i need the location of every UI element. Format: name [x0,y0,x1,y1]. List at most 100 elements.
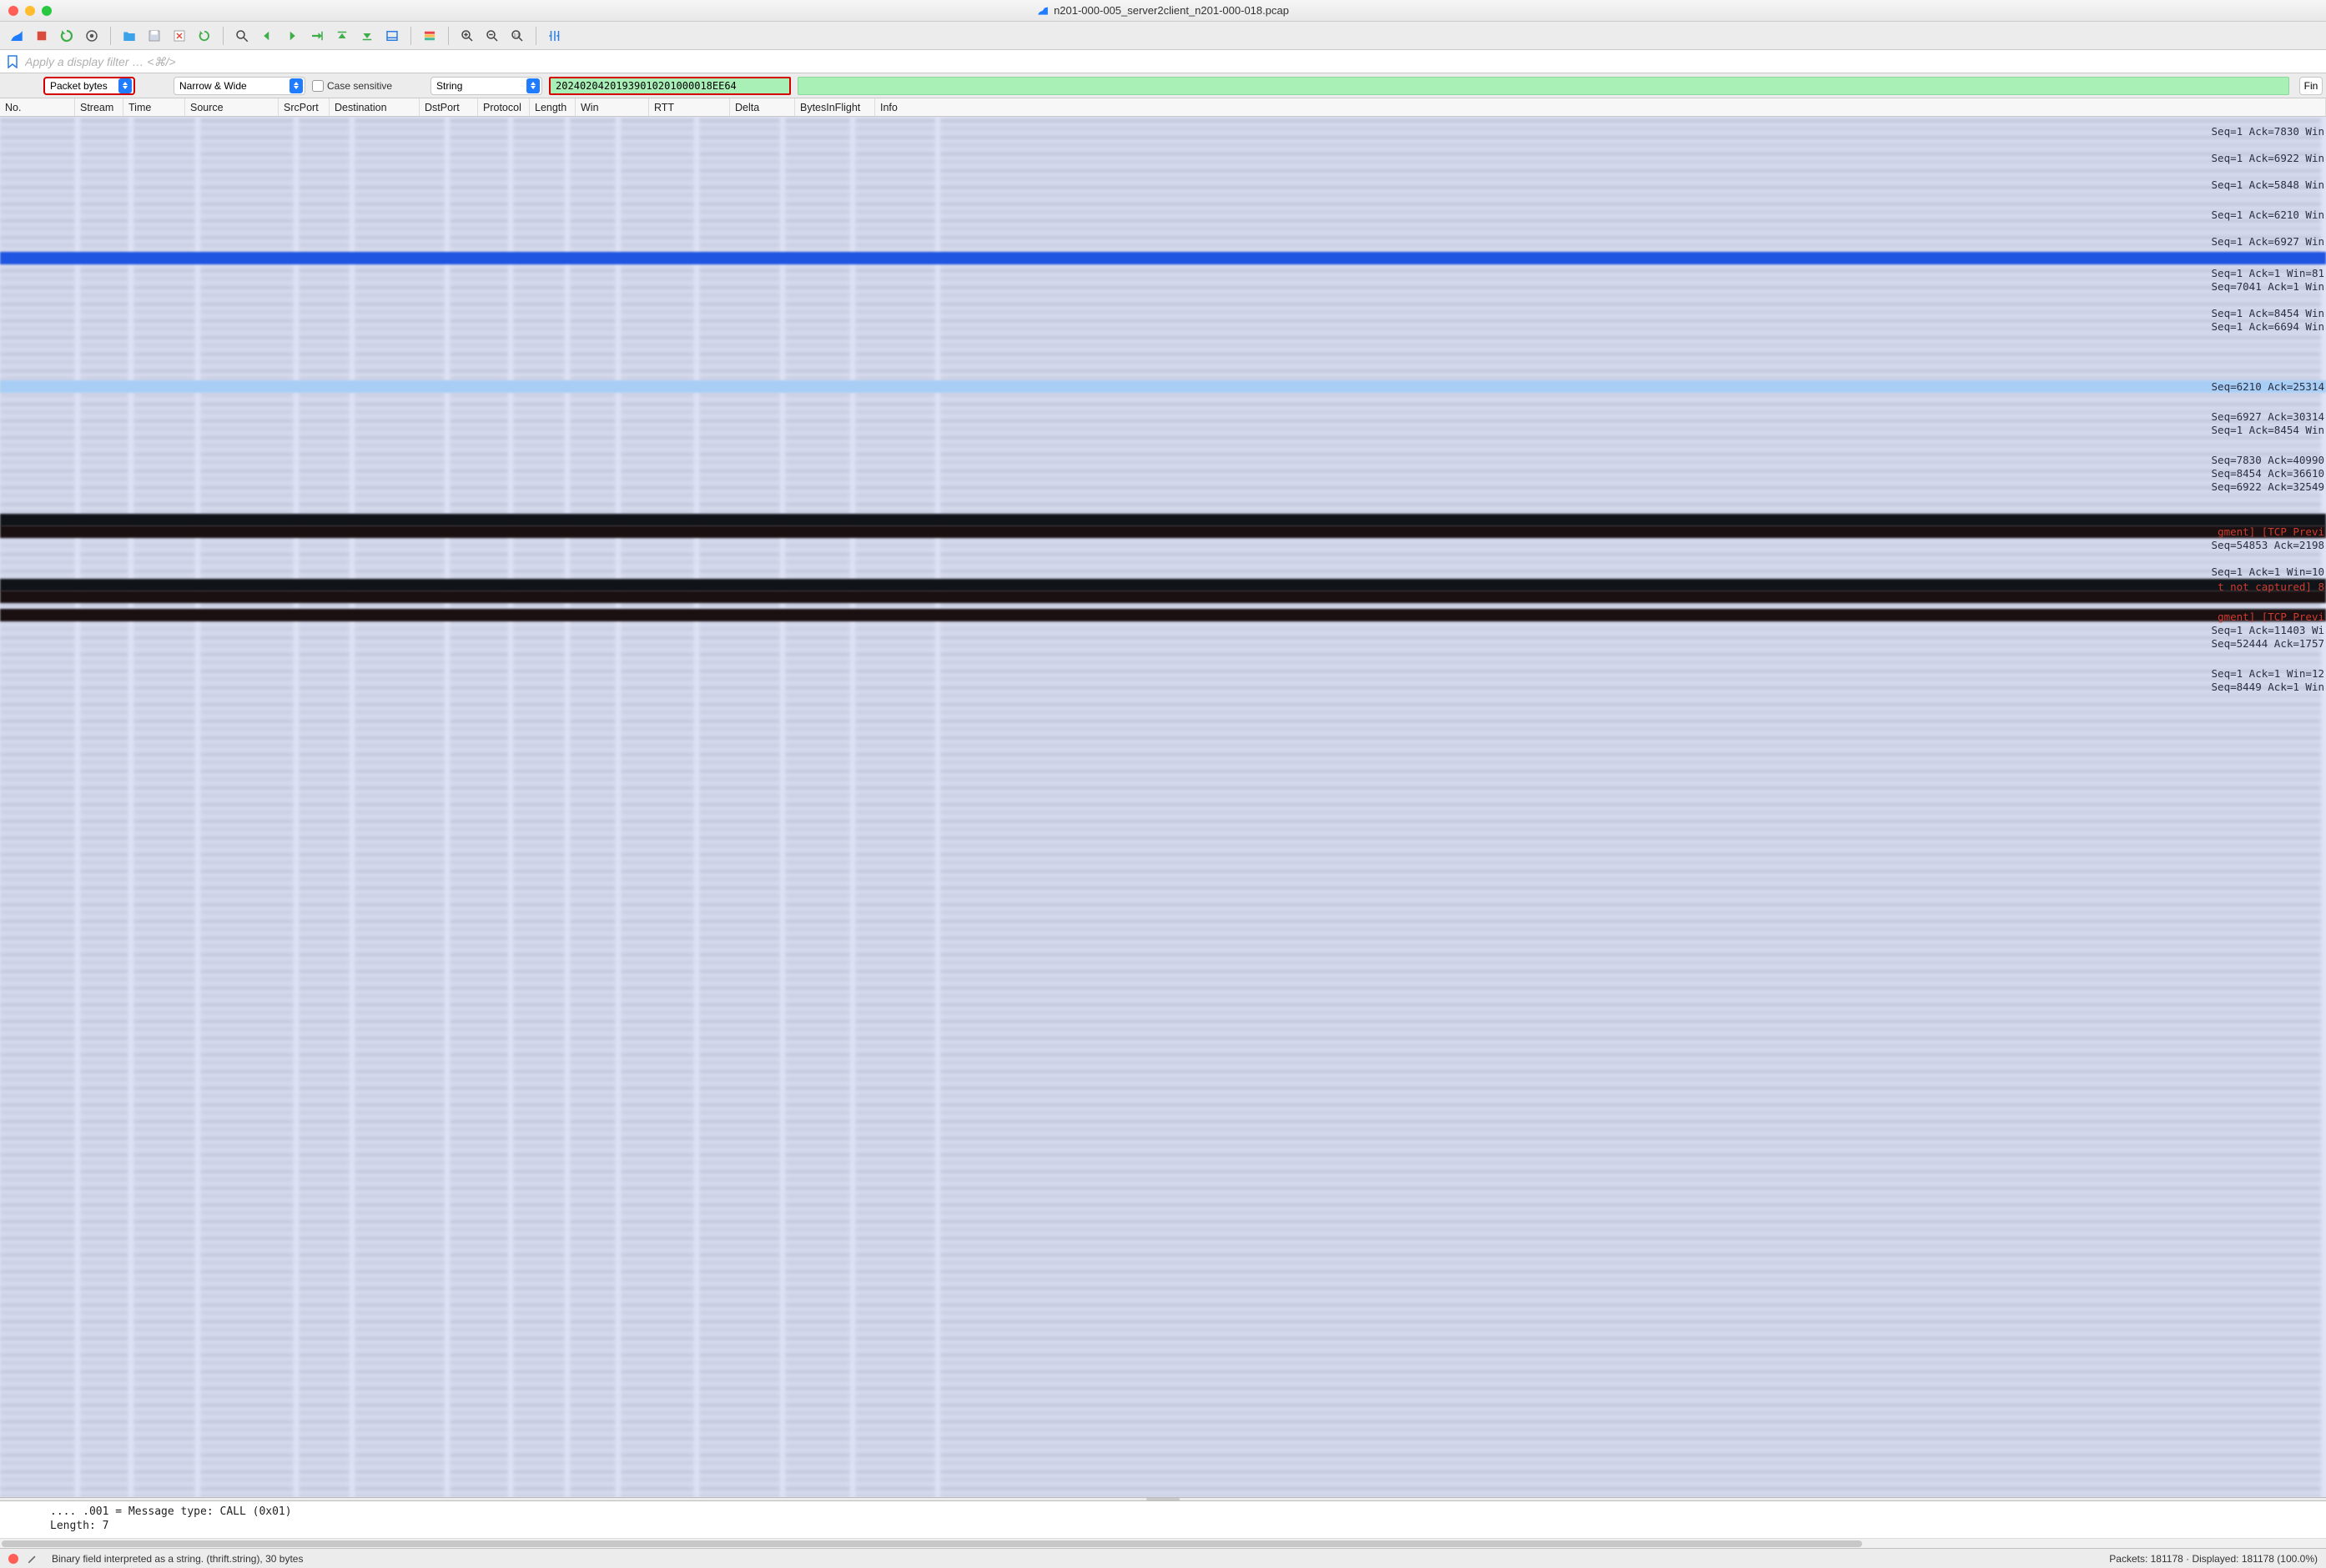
packet-info-fragment: Seq=1 Ack=1 Win=12 [2212,667,2324,680]
packet-info-fragment: Seq=54853 Ack=2198 [2212,539,2324,551]
case-sensitive-label: Case sensitive [327,80,392,92]
colorize-button[interactable] [420,26,440,46]
col-info[interactable]: Info [875,98,2326,116]
shark-fin-icon[interactable] [7,26,27,46]
search-charset-combo[interactable]: Narrow & Wide [174,77,305,95]
horizontal-scrollbar[interactable] [0,1538,2326,1548]
close-window-button[interactable] [8,6,18,16]
packet-info-fragment: Seq=6922 Ack=32549 [2212,480,2324,493]
col-win[interactable]: Win [576,98,649,116]
packet-info-fragment: Seq=1 Ack=1 Win=10 [2212,565,2324,578]
close-file-button[interactable] [169,26,189,46]
packet-info-fragment: Seq=52444 Ack=1757 [2212,637,2324,650]
packet-details-pane[interactable]: .... .001 = Message type: CALL (0x01) Le… [0,1501,2326,1538]
stop-capture-button[interactable] [32,26,52,46]
minimize-window-button[interactable] [25,6,35,16]
search-scope-value: Packet bytes [50,80,124,92]
find-button[interactable]: Fin [2299,77,2323,95]
search-scope-combo[interactable]: Packet bytes [43,77,135,95]
titlebar: n201-000-005_server2client_n201-000-018.… [0,0,2326,22]
case-sensitive-checkbox[interactable]: Case sensitive [312,80,392,92]
col-length[interactable]: Length [530,98,576,116]
display-filter-input[interactable] [22,50,2326,73]
packet-info-fragment: Seq=1 Ack=8454 Win [2212,307,2324,319]
find-packet-bar: Packet bytes Narrow & Wide Case sensitiv… [0,73,2326,98]
go-back-button[interactable] [257,26,277,46]
col-destination[interactable]: Destination [330,98,420,116]
packet-row-highlight[interactable] [0,252,2326,264]
packet-info-fragment: t not captured] 8 [2218,580,2324,593]
resize-columns-button[interactable] [545,26,565,46]
col-no[interactable]: No. [0,98,75,116]
packet-info-fragment: Seq=1 Ack=7830 Win [2212,125,2324,138]
packet-info-fragment: Seq=1 Ack=6210 Win [2212,209,2324,221]
packet-info-fragment: gment] [TCP Previ [2218,525,2324,538]
search-charset-value: Narrow & Wide [179,80,264,92]
packet-info-fragment: Seq=1 Ack=6922 Win [2212,152,2324,164]
zoom-window-button[interactable] [42,6,52,16]
search-value-input[interactable]: 20240204201939010201000018EE64 [549,77,791,95]
restart-capture-button[interactable] [57,26,77,46]
goto-first-button[interactable] [332,26,352,46]
col-stream[interactable]: Stream [75,98,123,116]
save-file-button[interactable] [144,26,164,46]
col-rtt[interactable]: RTT [649,98,730,116]
search-extra-field[interactable] [798,77,2289,95]
bookmark-icon[interactable] [3,53,22,71]
open-file-button[interactable] [119,26,139,46]
packet-row-highlight[interactable] [0,591,2326,603]
svg-text:1:1: 1:1 [514,33,520,38]
packet-info-fragment: Seq=7830 Ack=40990 [2212,454,2324,466]
packet-info-fragment: Seq=1 Ack=1 Win=81 [2212,267,2324,279]
col-source[interactable]: Source [185,98,279,116]
find-packet-button[interactable] [232,26,252,46]
search-type-value: String [436,80,479,92]
status-field-info: Binary field interpreted as a string. (t… [52,1553,303,1565]
go-forward-button[interactable] [282,26,302,46]
wireshark-logo-icon [1037,5,1049,17]
edit-icon[interactable] [27,1553,38,1565]
col-delta[interactable]: Delta [730,98,795,116]
packet-list-headers: No. Stream Time Source SrcPort Destinati… [0,98,2326,117]
packet-row-highlight[interactable] [0,514,2326,526]
detail-line: .... .001 = Message type: CALL (0x01) [50,1505,2319,1519]
detail-line: Length: 7 [50,1519,2319,1533]
display-filter-bar [0,50,2326,73]
col-dstport[interactable]: DstPort [420,98,478,116]
autoscroll-button[interactable] [382,26,402,46]
goto-last-button[interactable] [357,26,377,46]
reload-file-button[interactable] [194,26,214,46]
packet-info-fragment: Seq=1 Ack=6927 Win [2212,235,2324,248]
col-protocol[interactable]: Protocol [478,98,530,116]
packet-info-fragment: Seq=6210 Ack=25314 [2212,380,2324,393]
packet-info-fragment: Seq=7041 Ack=1 Win [2212,280,2324,293]
packet-row-highlight[interactable] [0,380,2326,393]
packet-info-fragment: gment] [TCP Previ [2218,611,2324,623]
zoom-out-button[interactable] [482,26,502,46]
col-time[interactable]: Time [123,98,185,116]
expert-info-icon[interactable] [8,1554,18,1564]
status-packet-count: Packets: 181178 · Displayed: 181178 (100… [2109,1553,2318,1565]
capture-options-button[interactable] [82,26,102,46]
packet-info-fragment: Seq=1 Ack=8454 Win [2212,424,2324,436]
zoom-in-button[interactable] [457,26,477,46]
goto-packet-button[interactable] [307,26,327,46]
packet-row-highlight[interactable] [0,525,2326,538]
packet-row-highlight[interactable] [0,609,2326,621]
search-value-text: 20240204201939010201000018EE64 [556,80,737,92]
packet-row-highlight[interactable] [0,579,2326,591]
packet-info-fragment: Seq=1 Ack=11403 Wi [2212,624,2324,636]
packet-info-fragment: Seq=6927 Ack=30314 [2212,410,2324,423]
main-toolbar: 1:1 [0,22,2326,50]
zoom-reset-button[interactable]: 1:1 [507,26,527,46]
col-bytesinflight[interactable]: BytesInFlight [795,98,875,116]
window-title: n201-000-005_server2client_n201-000-018.… [1054,4,1289,17]
packet-info-fragment: Seq=1 Ack=5848 Win [2212,178,2324,191]
packet-info-fragment: Seq=8454 Ack=36610 [2212,467,2324,480]
packet-info-fragment: Seq=8449 Ack=1 Win [2212,681,2324,693]
col-srcport[interactable]: SrcPort [279,98,330,116]
packet-info-fragment: Seq=1 Ack=6694 Win [2212,320,2324,333]
packet-list[interactable]: Seq=1 Ack=7830 Win Seq=1 Ack=6922 Win Seq=… [0,117,2326,1497]
statusbar: Binary field interpreted as a string. (t… [0,1548,2326,1568]
search-type-combo[interactable]: String [430,77,542,95]
